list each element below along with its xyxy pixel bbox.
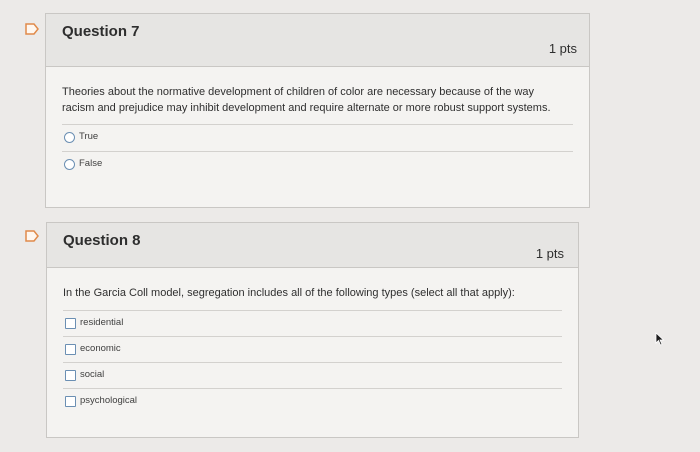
answer-option-true[interactable]: True (62, 124, 573, 151)
answer-option-false[interactable]: False (62, 151, 573, 178)
question-text-line: racism and prejudice may inhibit develop… (62, 102, 551, 114)
flag-question-icon[interactable] (25, 23, 39, 35)
question-header: Question 8 1 pts (47, 223, 578, 268)
question-text: Theories about the normative development… (62, 84, 582, 116)
answer-label: residential (80, 317, 124, 328)
radio-button[interactable] (64, 132, 75, 143)
question-7-panel: Question 7 1 pts Theories about the norm… (45, 13, 590, 208)
question-title: Question 8 (63, 232, 141, 249)
question-text: In the Garcia Coll model, segregation in… (63, 285, 568, 301)
question-8-panel: Question 8 1 pts In the Garcia Coll mode… (46, 222, 579, 438)
question-text-line: Theories about the normative development… (62, 86, 535, 98)
answer-label: social (80, 369, 105, 380)
checkbox[interactable] (65, 344, 76, 355)
answer-option-psychological[interactable]: psychological (63, 388, 562, 415)
radio-button[interactable] (64, 159, 75, 170)
checkbox[interactable] (65, 370, 76, 381)
question-points: 1 pts (548, 41, 577, 56)
flag-question-icon[interactable] (25, 230, 39, 242)
checkbox[interactable] (65, 318, 76, 329)
answer-label: psychological (80, 395, 138, 406)
answer-label: False (79, 158, 103, 169)
answer-option-economic[interactable]: economic (63, 336, 562, 363)
answer-label: economic (80, 343, 121, 354)
answer-option-social[interactable]: social (63, 362, 562, 389)
question-title: Question 7 (62, 23, 140, 40)
question-text-line: In the Garcia Coll model, segregation in… (63, 287, 515, 299)
question-points: 1 pts (535, 246, 564, 261)
checkbox[interactable] (65, 396, 76, 407)
answer-option-residential[interactable]: residential (63, 310, 562, 337)
answer-label: True (79, 131, 99, 142)
cursor-arrow-icon (655, 332, 665, 351)
question-header: Question 7 1 pts (46, 14, 589, 67)
